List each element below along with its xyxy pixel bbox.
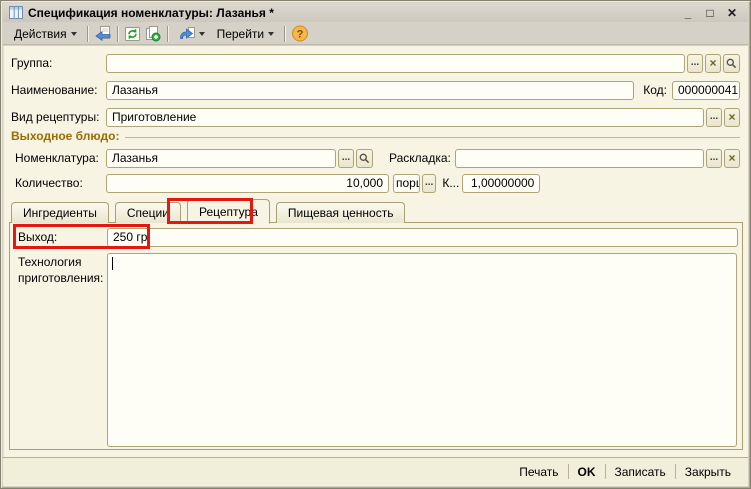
quantity-input[interactable]: 10,000 [106,174,389,193]
toolbar-separator [117,26,119,42]
nomenclature-select-ellipsis-button[interactable]: ... [338,149,354,168]
chevron-down-icon [268,32,274,36]
output-dish-section: Выходное блюдо: [11,129,740,143]
nomenclature-input[interactable]: Лазанья [106,149,336,168]
quantity-row: Количество: 10,000 порц ... К... 1,00000… [15,173,740,193]
technology-textarea[interactable] [107,253,737,447]
tab-recipe[interactable]: Рецептура [187,199,270,224]
output-dish-section-title: Выходное блюдо: [11,129,119,143]
recipe-kind-label: Вид рецептуры: [11,110,106,124]
tab-bar: Ингредиенты Специи Рецептура Пищевая цен… [9,198,741,223]
close-button[interactable]: ✕ [726,6,738,20]
group-input[interactable] [106,54,685,73]
toolbar-separator [284,26,286,42]
coefficient-label: К... [442,176,459,190]
output-row: Выход: 250 гр [18,227,738,247]
help-icon[interactable]: ? [290,25,310,43]
quantity-label: Количество: [15,176,106,190]
nomenclature-label: Номенклатура: [15,151,106,165]
chevron-down-icon [199,32,205,36]
recipe-kind-select-ellipsis-button[interactable]: ... [706,108,722,127]
minimize-button[interactable]: _ [682,6,694,20]
nomenclature-magnifier-icon[interactable] [356,149,373,168]
chevron-down-icon [71,32,77,36]
actions-menu-label: Действия [14,27,67,41]
nomenclature-row: Номенклатура: Лазанья ... Раскладка: ...… [15,148,740,168]
output-label: Выход: [18,230,107,244]
toolbar-separator [167,26,169,42]
reread-icon[interactable] [93,25,113,43]
layout-input[interactable] [455,149,704,168]
group-select-ellipsis-button[interactable]: ... [687,54,703,73]
text-cursor [112,257,113,270]
tab-nutrition[interactable]: Пищевая ценность [276,202,406,223]
recipe-kind-clear-x-button[interactable]: × [724,108,740,127]
svg-text:?: ? [297,29,304,41]
technology-label: Технология приготовления: [18,255,106,286]
group-row: Группа: ... × [11,53,740,73]
window-controls: _ □ ✕ [682,6,742,20]
code-label: Код: [643,83,667,97]
layout-select-ellipsis-button[interactable]: ... [706,149,722,168]
title-bar: Спецификация номенклатуры: Лазанья * _ □… [3,3,748,22]
toolbar: Действия Перейти ? [3,23,748,45]
maximize-button[interactable]: □ [704,6,716,20]
unit-select-ellipsis-button[interactable]: ... [422,174,436,193]
goto-menu-button[interactable]: Перейти [211,24,281,44]
name-row: Наименование: Лазанья Код: 000000041 [11,80,740,100]
recipe-kind-row: Вид рецептуры: Приготовление ... × [11,107,740,127]
tab-spices[interactable]: Специи [115,202,181,223]
footer-button-bar: Печать OK Записать Закрыть [3,457,748,485]
name-label: Наименование: [11,83,106,97]
recipe-kind-input[interactable]: Приготовление [106,108,704,127]
coefficient-input[interactable]: 1,00000000 [462,174,540,193]
form-body: Группа: ... × Наименование: Лазанья Код:… [3,46,748,486]
print-button[interactable]: Печать [510,463,567,481]
code-input[interactable]: 000000041 [672,81,740,100]
section-divider [125,137,740,138]
close-form-button[interactable]: Закрыть [676,463,740,481]
ok-button[interactable]: OK [569,463,605,481]
actions-menu-button[interactable]: Действия [8,24,83,44]
goto-related-icon[interactable] [173,23,211,45]
group-clear-x-button[interactable]: × [705,54,721,73]
group-magnifier-icon[interactable] [723,54,740,73]
tab-ingredients[interactable]: Ингредиенты [11,202,109,223]
refresh-icon[interactable] [123,25,143,43]
layout-clear-x-button[interactable]: × [724,149,740,168]
layout-label: Раскладка: [389,151,451,165]
unit-input[interactable]: порц [393,174,420,193]
output-input[interactable]: 250 гр [107,228,738,247]
save-button[interactable]: Записать [606,463,675,481]
goto-menu-label: Перейти [217,27,265,41]
group-label: Группа: [11,56,106,70]
copy-new-icon[interactable] [143,25,163,43]
specification-window: Спецификация номенклатуры: Лазанья * _ □… [0,0,751,489]
recipe-tab-panel: Выход: 250 гр Технология приготовления: [9,222,743,450]
window-title: Спецификация номенклатуры: Лазанья * [28,6,274,20]
table-icon [9,6,23,19]
toolbar-separator [87,26,89,42]
name-input[interactable]: Лазанья [106,81,634,100]
